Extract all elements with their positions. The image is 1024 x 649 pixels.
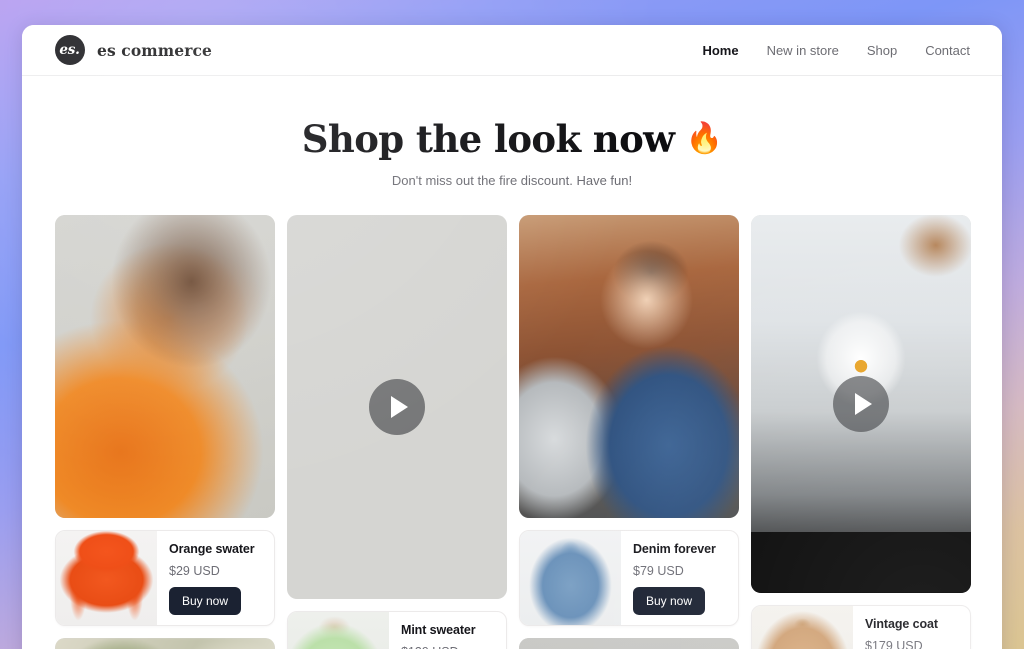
play-triangle-icon <box>855 392 872 415</box>
product-thumbnail <box>520 530 621 625</box>
product-thumbnail <box>752 605 853 649</box>
product-thumbnail <box>288 611 389 649</box>
product-grid: Orange swater $29 USD Buy now Mint sweater $… <box>22 214 1002 649</box>
hero-section: Shop the look now 🔥 Don't miss out the f… <box>22 76 1002 188</box>
media-image <box>519 214 739 518</box>
product-price: $29 USD <box>169 563 220 578</box>
nav-item-home[interactable]: Home <box>702 43 738 58</box>
product-info: Mint sweater$139 USDBuy now <box>389 612 506 649</box>
media-card <box>519 214 739 518</box>
page-title-text: Shop the look now <box>301 117 675 161</box>
video-card[interactable] <box>287 214 507 599</box>
buy-now-button[interactable]: Buy now <box>633 586 706 615</box>
product-title: Denim forever <box>633 541 716 556</box>
fire-emoji-icon: 🔥 <box>685 121 723 157</box>
play-triangle-icon <box>391 395 408 418</box>
site-header: es. es commerce Home New in store Shop Cont… <box>22 25 1002 76</box>
product-card[interactable]: Vintage coat$179 USDBuy now <box>751 604 971 649</box>
media-image <box>55 214 275 518</box>
product-price: $79 USD <box>633 563 684 578</box>
media-image <box>55 637 275 649</box>
grid-column: Denim forever $79 USD Buy now <box>519 214 739 649</box>
product-info: Denim forever $79 USD Buy now <box>621 531 738 625</box>
product-title: Mint sweater <box>401 622 476 637</box>
media-card <box>55 214 275 518</box>
main-nav: Home New in store Shop Contact <box>702 43 970 58</box>
product-info: Vintage coat$179 USDBuy now <box>853 606 970 649</box>
product-card[interactable]: Orange swater $29 USD Buy now <box>55 529 275 626</box>
buy-now-button[interactable]: Buy now <box>169 586 242 615</box>
page-title: Shop the look now 🔥 <box>301 117 723 161</box>
site-container: es. es commerce Home New in store Shop Cont… <box>22 25 1002 649</box>
grid-column: Orange swater $29 USD Buy now <box>55 214 275 649</box>
nav-item-contact[interactable]: Contact <box>925 43 970 58</box>
grid-column: Vintage coat$179 USDBuy now <box>751 214 971 649</box>
video-card[interactable] <box>751 214 971 593</box>
media-card <box>519 637 739 649</box>
brand-name: es commerce <box>97 40 212 60</box>
grid-column: Mint sweater$139 USDBuy now <box>287 214 507 649</box>
product-price: $139 USD <box>401 645 496 649</box>
product-info: Orange swater $29 USD Buy now <box>157 531 274 625</box>
media-card <box>55 637 275 649</box>
product-card[interactable]: Denim forever $79 USD Buy now <box>519 529 739 626</box>
product-title: Vintage coat <box>865 616 938 631</box>
hero-subtitle: Don't miss out the fire discount. Have f… <box>391 172 633 188</box>
product-card[interactable]: Mint sweater$139 USDBuy now <box>287 610 507 649</box>
es-logo-icon: es. <box>55 35 85 65</box>
play-icon[interactable] <box>833 375 889 432</box>
product-title: Orange swater <box>169 541 255 556</box>
play-icon[interactable] <box>369 378 425 435</box>
product-thumbnail <box>56 530 157 625</box>
nav-item-new-in-store[interactable]: New in store <box>767 43 839 58</box>
media-image <box>519 637 739 649</box>
product-price: $179 USD <box>865 638 923 649</box>
nav-item-shop[interactable]: Shop <box>867 43 897 58</box>
brand-logo[interactable]: es. es commerce <box>55 35 212 65</box>
